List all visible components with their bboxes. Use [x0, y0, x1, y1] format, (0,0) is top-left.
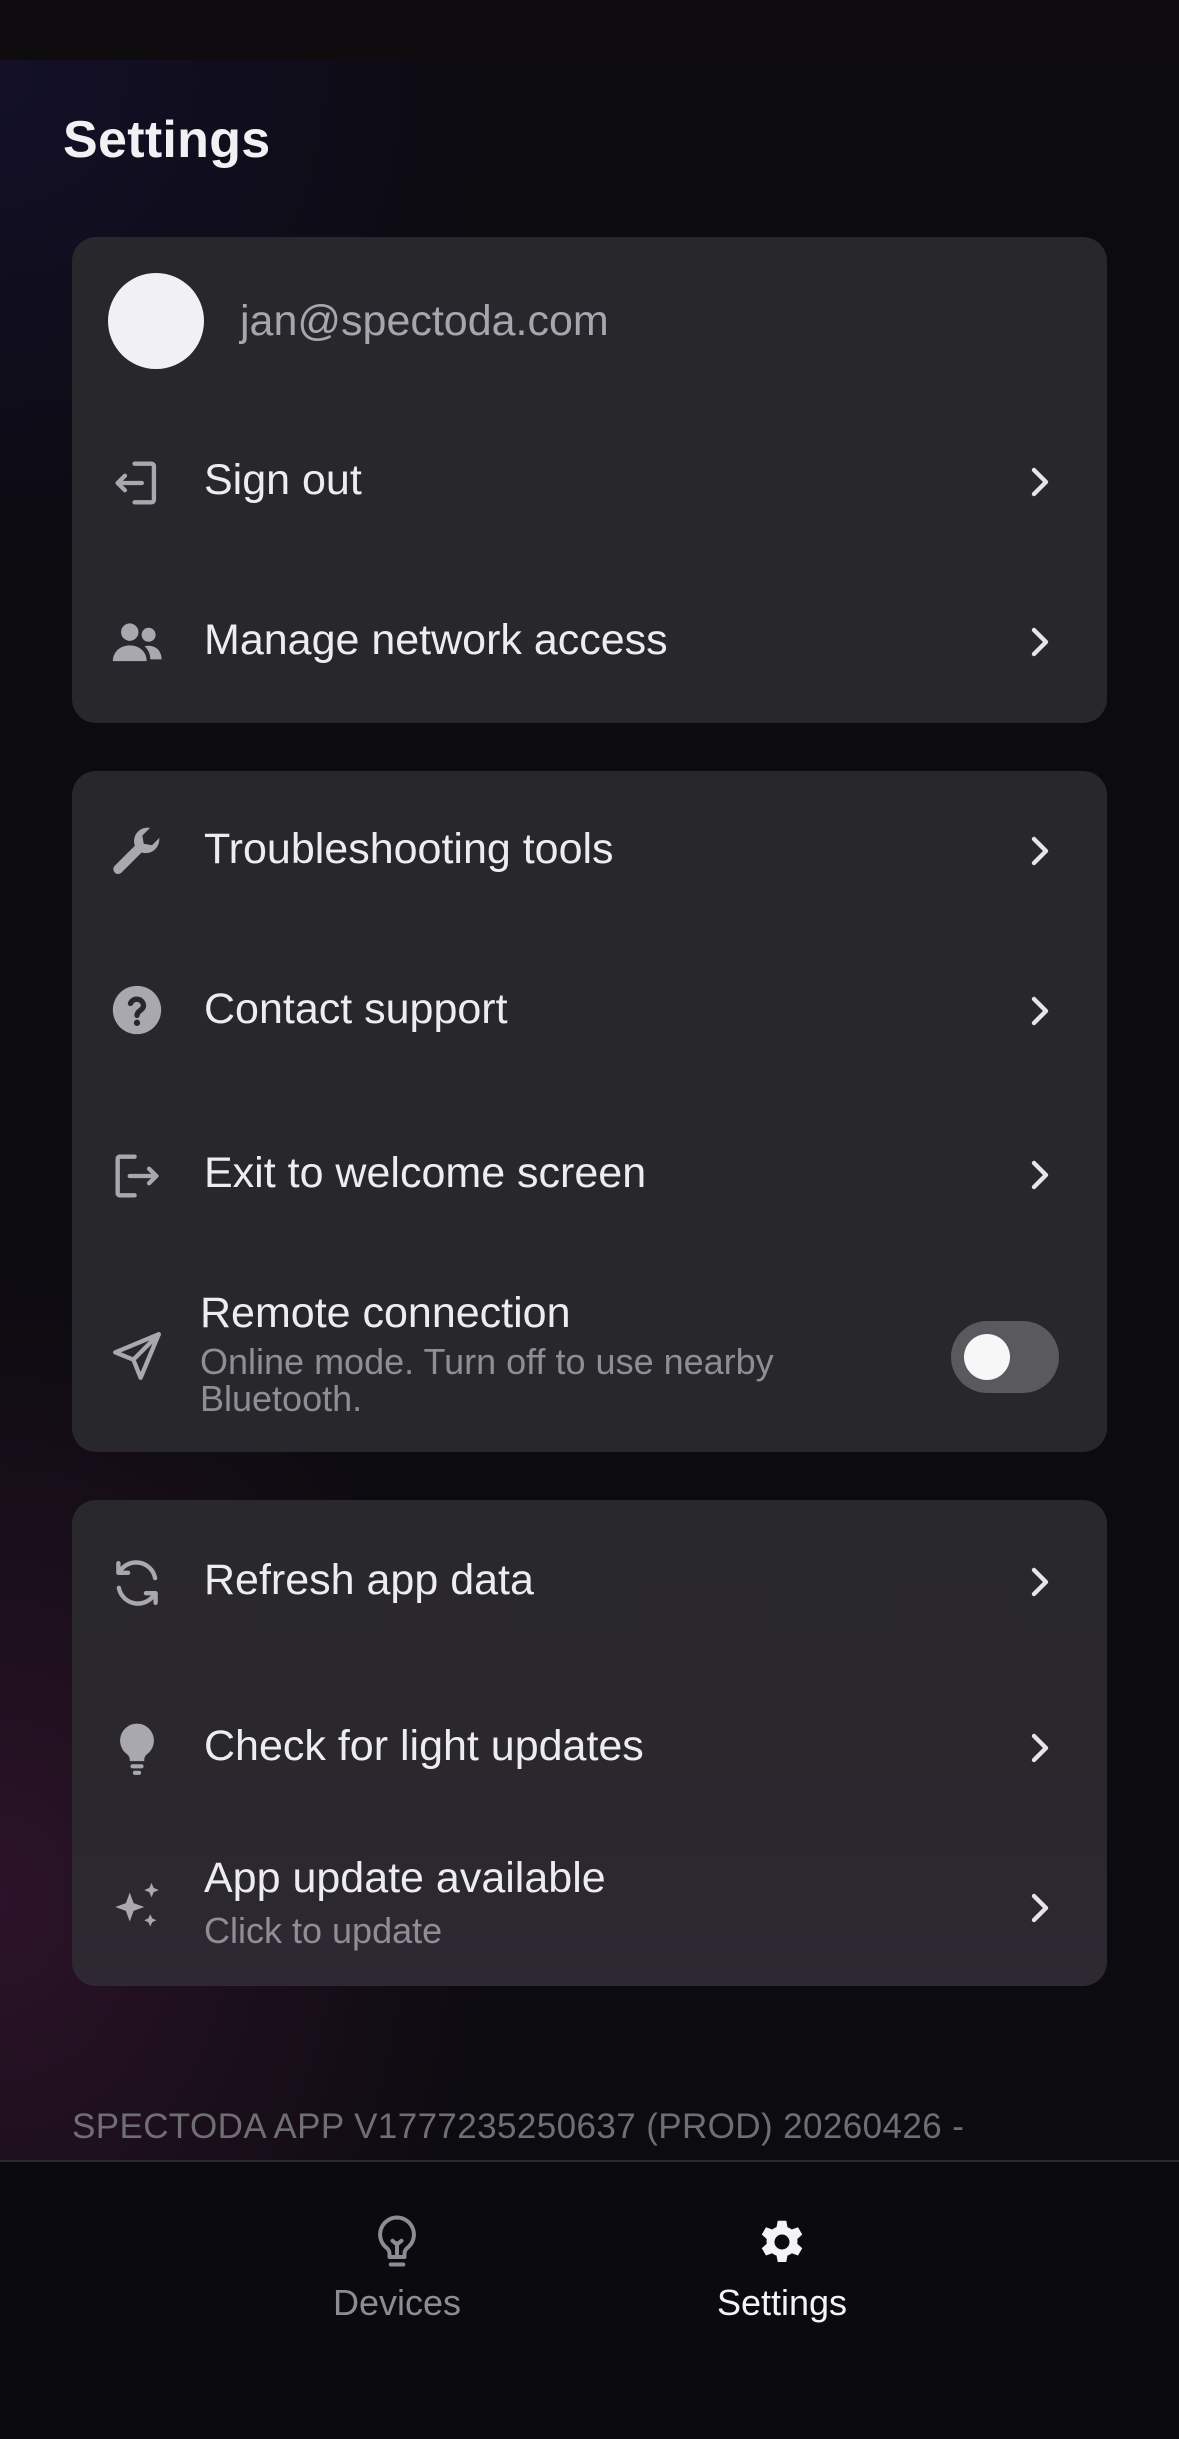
- exit-welcome-label: Exit to welcome screen: [204, 1149, 647, 1197]
- chevron-right-icon: [1025, 1155, 1055, 1195]
- status-bar: [0, 0, 1179, 60]
- manage-network-access-label: Manage network access: [204, 616, 668, 664]
- remote-connection-label: Remote connection: [200, 1289, 571, 1337]
- exit-welcome-row[interactable]: Exit to welcome screen: [72, 1091, 1107, 1261]
- refresh-app-data-label: Refresh app data: [204, 1556, 534, 1604]
- sparkles-icon: [106, 1876, 168, 1938]
- tab-devices-label: Devices: [332, 2282, 462, 2323]
- gear-icon: [761, 2220, 803, 2262]
- bottom-tab-bar: Devices Settings: [0, 2160, 1179, 2439]
- support-card: Troubleshooting tools Contact support Ex…: [72, 771, 1107, 1452]
- bulb-icon: [106, 1718, 168, 1780]
- chevron-right-icon: [1025, 462, 1055, 502]
- users-icon: [106, 612, 168, 674]
- sign-out-icon: [106, 452, 168, 514]
- contact-support-row[interactable]: Contact support: [72, 931, 1107, 1091]
- contact-support-label: Contact support: [204, 985, 508, 1033]
- page-title: Settings: [63, 111, 271, 169]
- avatar[interactable]: [108, 273, 204, 369]
- check-light-updates-row[interactable]: Check for light updates: [72, 1666, 1107, 1832]
- updates-card: Refresh app data Check for light updates…: [72, 1500, 1107, 1986]
- chevron-right-icon: [1025, 831, 1055, 871]
- troubleshooting-tools-label: Troubleshooting tools: [204, 825, 614, 873]
- tab-settings-label: Settings: [716, 2282, 848, 2323]
- account-email: jan@spectoda.com: [240, 297, 609, 345]
- refresh-icon: [106, 1552, 168, 1614]
- toggle-knob: [964, 1334, 1010, 1380]
- remote-connection-row: Remote connection Online mode. Turn off …: [72, 1261, 1107, 1452]
- sign-out-label: Sign out: [204, 456, 362, 504]
- refresh-app-data-row[interactable]: Refresh app data: [72, 1500, 1107, 1666]
- remote-connection-toggle[interactable]: [951, 1321, 1059, 1393]
- app-update-sublabel: Click to update: [204, 1910, 443, 1951]
- bulb-outline-icon: [378, 2215, 416, 2267]
- troubleshooting-tools-row[interactable]: Troubleshooting tools: [72, 771, 1107, 931]
- chevron-right-icon: [1025, 991, 1055, 1031]
- chevron-right-icon: [1025, 1888, 1055, 1928]
- exit-icon: [106, 1145, 168, 1207]
- sign-out-row[interactable]: Sign out: [72, 404, 1107, 564]
- account-card: jan@spectoda.com Sign out Manage network…: [72, 237, 1107, 723]
- question-circle-icon: [106, 979, 168, 1041]
- tab-settings[interactable]: Settings: [652, 2212, 912, 2332]
- paper-plane-icon: [106, 1325, 168, 1387]
- tab-devices[interactable]: Devices: [267, 2212, 527, 2332]
- remote-connection-description: Online mode. Turn off to use nearby Blue…: [200, 1341, 774, 1419]
- chevron-right-icon: [1025, 622, 1055, 662]
- app-version: SPECTODA APP V1777235250637 (PROD) 20260…: [72, 2107, 965, 2146]
- app-update-label: App update available: [204, 1854, 606, 1902]
- chevron-right-icon: [1025, 1728, 1055, 1768]
- app-update-row[interactable]: App update available Click to update: [72, 1832, 1107, 1986]
- chevron-right-icon: [1025, 1562, 1055, 1602]
- check-light-updates-label: Check for light updates: [204, 1722, 644, 1770]
- wrench-icon: [106, 821, 168, 883]
- manage-network-access-row[interactable]: Manage network access: [72, 564, 1107, 723]
